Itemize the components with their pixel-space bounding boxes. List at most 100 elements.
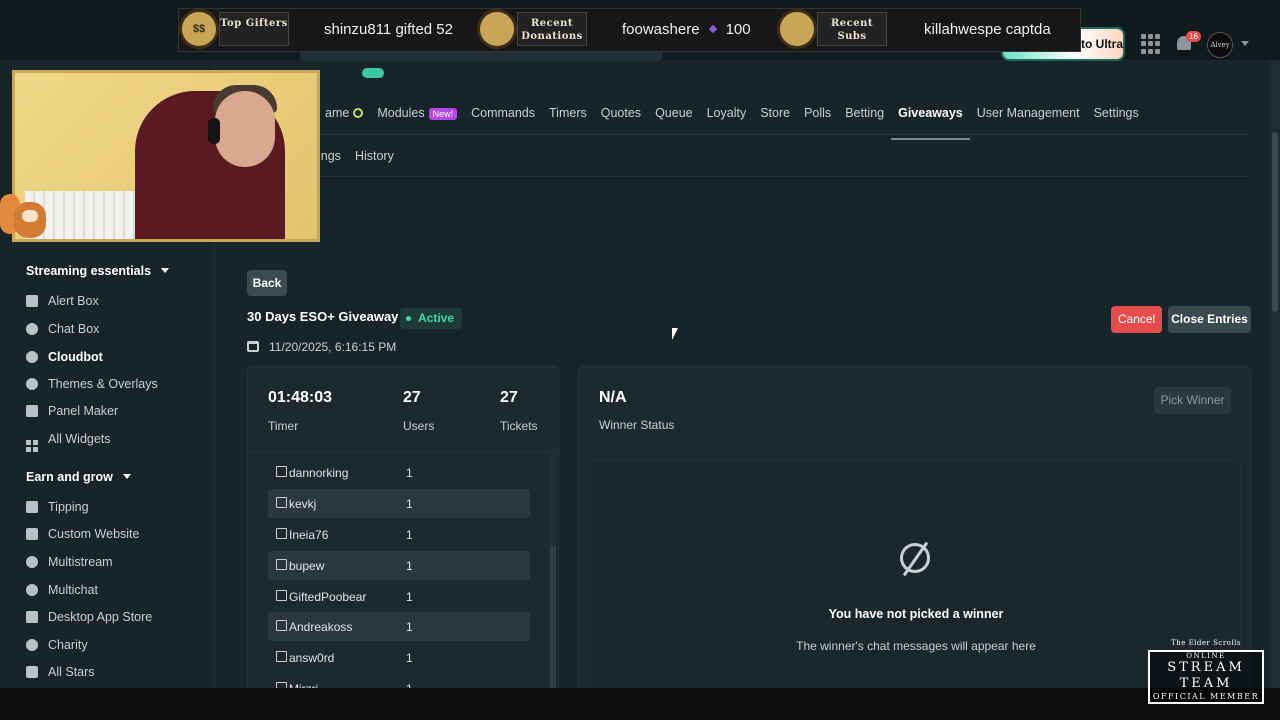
tab-quotes[interactable]: Quotes bbox=[594, 104, 648, 130]
new-badge: New! bbox=[428, 108, 458, 120]
table-row[interactable]: GiftedPoobear 1 bbox=[268, 582, 530, 611]
sidebar-item-panel-maker[interactable]: Panel Maker bbox=[26, 404, 118, 420]
users-stat: 27 Users bbox=[403, 389, 434, 433]
subtab-settings[interactable]: ings bbox=[318, 149, 341, 163]
entries-scrollbar[interactable] bbox=[550, 453, 556, 695]
game-status-icon bbox=[353, 108, 364, 118]
webcam-head bbox=[215, 91, 275, 167]
sidebar-section-earn-and-grow[interactable]: Earn and grow bbox=[26, 470, 131, 484]
tab-game[interactable]: ame bbox=[318, 104, 370, 130]
chevron-down-icon[interactable] bbox=[1241, 41, 1249, 46]
sidebar-item-multichat[interactable]: Multichat bbox=[26, 583, 98, 599]
table-row[interactable]: answ0rd 1 bbox=[268, 643, 530, 672]
tab-loyalty[interactable]: Loyalty bbox=[700, 104, 754, 130]
sidebar-item-all-widgets[interactable]: All Widgets bbox=[26, 432, 111, 452]
squirrel-mascot-icon bbox=[0, 192, 56, 242]
table-row[interactable]: kevkj 1 bbox=[268, 489, 530, 518]
sidebar-section-streaming-essentials[interactable]: Streaming essentials bbox=[26, 264, 170, 278]
recent-subs-label: Recent Subs bbox=[817, 12, 887, 46]
subtab-history[interactable]: History bbox=[355, 149, 394, 163]
table-row[interactable]: Ineia76 1 bbox=[268, 520, 530, 549]
webcam-feed bbox=[12, 70, 320, 242]
tab-queue[interactable]: Queue bbox=[648, 104, 700, 130]
sidebar-item-tipping[interactable]: Tipping bbox=[26, 500, 89, 516]
notification-count-badge: 16 bbox=[1186, 31, 1201, 42]
stream-ticker: $$ Top Gifters shinzu811 gifted 52 Recen… bbox=[178, 8, 1081, 52]
timer-stat: 01:48:03 Timer bbox=[268, 389, 332, 433]
sidebar-item-alert-box[interactable]: Alert Box bbox=[26, 294, 99, 310]
chat-icon bbox=[26, 323, 38, 335]
website-icon bbox=[26, 528, 38, 540]
heart-icon bbox=[26, 639, 38, 651]
multistream-icon bbox=[26, 556, 38, 568]
empty-title: You have not picked a winner bbox=[828, 607, 1004, 621]
twitch-icon bbox=[276, 528, 287, 539]
sidebar-item-desktop-app-store[interactable]: Desktop App Store bbox=[26, 610, 152, 626]
tab-timers[interactable]: Timers bbox=[542, 104, 594, 130]
tab-betting[interactable]: Betting bbox=[838, 104, 891, 130]
twitch-icon bbox=[276, 590, 287, 601]
tabs-divider bbox=[220, 134, 1250, 135]
cloudbot-toggle[interactable] bbox=[362, 68, 384, 78]
headset-icon bbox=[208, 118, 220, 144]
diamond-icon bbox=[708, 24, 717, 34]
sidebar-item-chat-box[interactable]: Chat Box bbox=[26, 322, 99, 338]
app-store-icon bbox=[26, 611, 38, 623]
pick-winner-button[interactable]: Pick Winner bbox=[1154, 387, 1231, 414]
table-row[interactable]: Andreakoss 1 bbox=[268, 612, 530, 641]
recent-subs-icon bbox=[777, 9, 817, 49]
apps-grid-icon[interactable] bbox=[1141, 34, 1161, 54]
tab-commands[interactable]: Commands bbox=[464, 104, 542, 130]
palette-icon bbox=[26, 378, 38, 390]
sidebar-item-charity[interactable]: Charity bbox=[26, 638, 88, 654]
sidebar-item-all-stars[interactable]: All Stars bbox=[26, 665, 95, 681]
tab-store[interactable]: Store bbox=[753, 104, 797, 130]
entries-panel: 01:48:03 Timer 27 Users 27 Tickets danno… bbox=[247, 366, 559, 696]
top-gifters-icon: $$ bbox=[179, 9, 219, 49]
back-button[interactable]: Back bbox=[247, 270, 287, 296]
chevron-down-icon bbox=[161, 268, 170, 273]
bottom-strip bbox=[0, 688, 1280, 720]
timer-value: 01:48:03 bbox=[268, 389, 333, 406]
sidebar-item-cloudbot[interactable]: Cloudbot bbox=[26, 350, 103, 366]
tickets-stat: 27 Tickets bbox=[500, 389, 538, 433]
cancel-button[interactable]: Cancel bbox=[1111, 306, 1162, 333]
tab-giveaways[interactable]: Giveaways bbox=[891, 104, 970, 140]
empty-set-icon bbox=[900, 543, 930, 573]
calendar-icon bbox=[247, 341, 259, 352]
page-scrollbar[interactable] bbox=[1270, 60, 1280, 688]
sidebar-item-multistream[interactable]: Multistream bbox=[26, 555, 113, 571]
eso-stream-team-badge: The Elder Scrolls ONLINE STREAM TEAM OFF… bbox=[1138, 638, 1274, 710]
tab-settings[interactable]: Settings bbox=[1087, 104, 1146, 130]
top-gifters-label: Top Gifters bbox=[219, 12, 289, 46]
winner-status-label: Winner Status bbox=[599, 418, 675, 432]
tab-user-management[interactable]: User Management bbox=[970, 104, 1087, 130]
top-gifters-text: shinzu811 gifted 52 bbox=[324, 21, 453, 38]
page-scrollbar-thumb[interactable] bbox=[1272, 132, 1278, 312]
sidebar-item-custom-website[interactable]: Custom Website bbox=[26, 527, 139, 543]
twitch-icon bbox=[276, 497, 287, 508]
mouse-cursor-icon bbox=[672, 328, 678, 340]
table-row[interactable]: dannorking 1 bbox=[268, 458, 530, 487]
cloudbot-icon bbox=[26, 351, 38, 363]
recent-donations-text: foowashere 100 bbox=[622, 21, 751, 38]
timer-label: Timer bbox=[268, 419, 299, 433]
recent-subs-text: killahwespe captda bbox=[924, 21, 1051, 38]
star-icon bbox=[26, 666, 38, 678]
avatar[interactable]: Alvey bbox=[1207, 32, 1233, 58]
cloudbot-tabs: ame Modules New! Commands Timers Quotes Q… bbox=[318, 104, 1146, 140]
status-badge: Active bbox=[400, 308, 463, 329]
recent-donations-label: Recent Donations bbox=[517, 12, 587, 46]
bell-icon bbox=[26, 295, 38, 307]
table-row[interactable]: bupew 1 bbox=[268, 551, 530, 580]
tab-polls[interactable]: Polls bbox=[797, 104, 838, 130]
twitch-icon bbox=[276, 559, 287, 570]
giveaway-title: 30 Days ESO+ Giveaway bbox=[247, 309, 399, 324]
winner-value: N/A bbox=[599, 389, 627, 406]
sidebar-item-themes-overlays[interactable]: Themes & Overlays bbox=[26, 377, 158, 393]
close-entries-button[interactable]: Close Entries bbox=[1168, 306, 1251, 333]
panel-icon bbox=[26, 405, 38, 417]
tab-modules[interactable]: Modules New! bbox=[370, 104, 464, 130]
giveaway-date: 11/20/2025, 6:16:15 PM bbox=[247, 340, 396, 354]
panel-divider bbox=[248, 451, 558, 452]
